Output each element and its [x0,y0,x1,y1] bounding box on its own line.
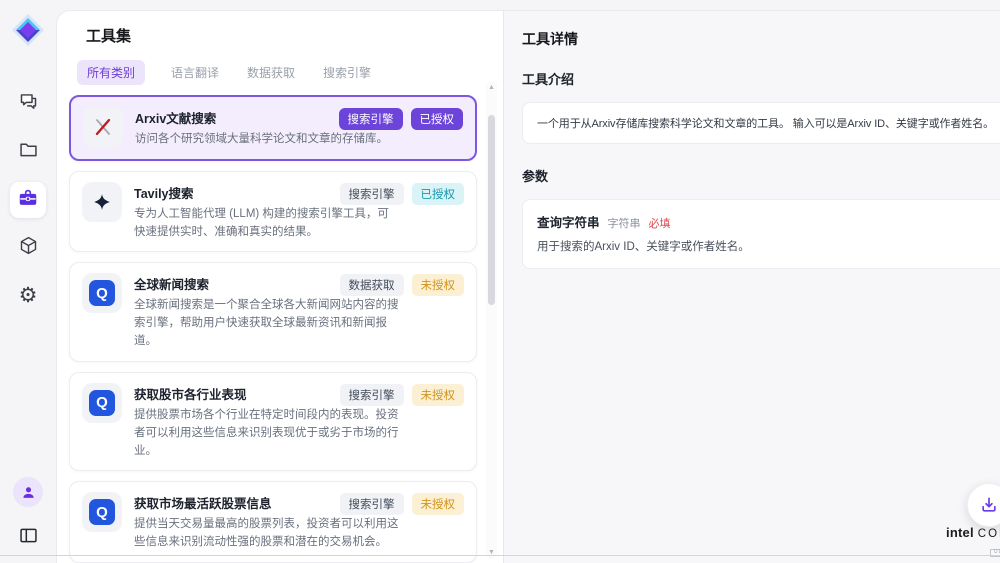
tab-1[interactable]: 语言翻译 [169,60,221,85]
blueq-tool-icon: Q [82,492,122,532]
sidebar-item-chat[interactable] [10,86,46,122]
scroll-up-icon[interactable]: ▲ [486,84,497,91]
gear-icon: ⚙ [19,285,38,307]
tool-description: 全球新闻搜索是一个聚合全球各大新闻网站内容的搜索引擎，帮助用户快速获取全球最新资… [134,297,400,350]
sidebar-item-models[interactable] [10,230,46,266]
tool-description: 提供当天交易量最高的股票列表，投资者可以利用这些信息来识别流动性强的股票和潜在的… [134,516,400,552]
intro-heading: 工具介绍 [522,69,1000,88]
tool-card[interactable]: Q全球新闻搜索全球新闻搜索是一个聚合全球各大新闻网站内容的搜索引擎，帮助用户快速… [69,262,477,361]
app-logo-icon[interactable] [10,12,46,48]
tool-description: 提供股票市场各个行业在特定时间段内的表现。投资者可以利用这些信息来识别表现优于或… [134,407,400,460]
scrollbar-thumb[interactable] [488,115,495,305]
core-wordmark: CORE [978,528,1000,541]
category-badge: 搜索引擎 [340,384,404,406]
tool-description: 访问各个研究领域大量科学论文和文章的存储库。 [135,131,401,149]
params-heading: 参数 [522,166,1000,185]
tab-0[interactable]: 所有类别 [77,60,145,85]
sparkle-tool-icon [82,182,122,222]
param-type: 字符串 [608,215,641,231]
blueq-tool-icon: Q [82,383,122,423]
category-tabs: 所有类别语言翻译数据获取搜索引擎 [77,60,477,85]
auth-badge: 未授权 [412,274,465,296]
sidebar-item-tools[interactable] [10,182,46,218]
param-description: 用于搜索的Arxiv ID、关键字或作者姓名。 [537,238,994,254]
category-badge: 搜索引擎 [339,108,403,130]
tool-list: Arxiv文献搜索访问各个研究领域大量科学论文和文章的存储库。搜索引擎已授权 Ta… [69,95,477,563]
sidebar-bottom [10,477,46,553]
sidebar: ⚙ [0,0,56,563]
category-badge: 数据获取 [340,274,404,296]
window-bottom-edge [0,555,1000,556]
auth-badge: 未授权 [412,493,465,515]
param-required-flag: 必填 [649,215,671,231]
collapse-sidebar-button[interactable] [10,517,46,553]
sidebar-nav: ⚙ [10,86,46,314]
tool-card[interactable]: Arxiv文献搜索访问各个研究领域大量科学论文和文章的存储库。搜索引擎已授权 [69,95,477,161]
detail-title: 工具详情 [522,29,1000,49]
category-badge: 搜索引擎 [340,183,404,205]
sidebar-item-settings[interactable]: ⚙ [10,278,46,314]
param-card: 查询字符串字符串必填用于搜索的Arxiv ID、关键字或作者姓名。 [522,199,1000,269]
chat-icon [18,91,39,117]
tab-2[interactable]: 数据获取 [245,60,297,85]
tool-card[interactable]: Q获取市场最活跃股票信息提供当天交易量最高的股票列表，投资者可以利用这些信息来识… [69,481,477,563]
tools-pane: 工具集 所有类别语言翻译数据获取搜索引擎 Arxiv文献搜索访问各个研究领域大量… [57,11,504,563]
tool-card[interactable]: Tavily搜索专为人工智能代理 (LLM) 构建的搜索引擎工具，可快速提供实时… [69,171,477,253]
intel-core-logo: intel CORE ULTRA [946,526,1000,558]
param-list: 查询字符串字符串必填用于搜索的Arxiv ID、关键字或作者姓名。 [522,199,1000,269]
arxiv-tool-icon [83,107,123,147]
user-avatar[interactable] [13,477,43,507]
auth-badge: 已授权 [411,108,464,130]
scrollbar[interactable]: ▲ ▼ [486,81,497,559]
tool-intro-text: 一个用于从Arxiv存储库搜索科学论文和文章的工具。 输入可以是Arxiv ID… [537,118,994,130]
folder-icon [18,139,39,165]
tool-description: 专为人工智能代理 (LLM) 构建的搜索引擎工具，可快速提供实时、准确和真实的结… [134,206,400,242]
auth-badge: 已授权 [412,183,465,205]
main-panel: 工具集 所有类别语言翻译数据获取搜索引擎 Arxiv文献搜索访问各个研究领域大量… [56,10,1000,563]
tool-intro-card: 一个用于从Arxiv存储库搜索科学论文和文章的工具。 输入可以是Arxiv ID… [522,102,1000,144]
app-window: ⚙ 工具集 所有类别语言翻译数据获取搜索引擎 Arxiv文献搜索访问各个研究领域… [0,0,1000,563]
tool-card[interactable]: Q获取股市各行业表现提供股票市场各个行业在特定时间段内的表现。投资者可以利用这些… [69,372,477,471]
param-name: 查询字符串 [537,212,600,231]
download-button[interactable] [967,483,1000,527]
blueq-tool-icon: Q [82,273,122,313]
category-badge: 搜索引擎 [340,493,404,515]
auth-badge: 未授权 [412,384,465,406]
toolbox-icon [17,187,39,214]
intel-wordmark: intel [946,526,974,540]
detail-pane: 工具详情 工具介绍 一个用于从Arxiv存储库搜索科学论文和文章的工具。 输入可… [504,11,1000,563]
sidebar-item-files[interactable] [10,134,46,170]
cube-icon [18,235,39,261]
tab-3[interactable]: 搜索引擎 [321,60,373,85]
page-title: 工具集 [86,25,477,46]
